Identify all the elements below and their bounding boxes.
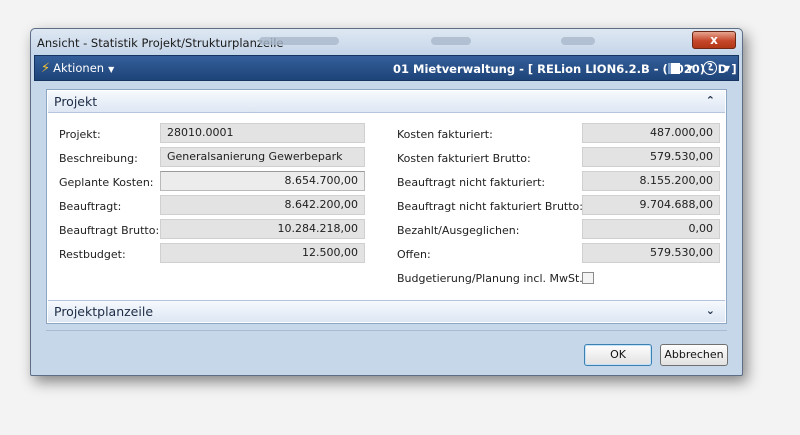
label-kosten-fakturiert-brutto: Kosten fakturiert Brutto:: [397, 152, 531, 165]
field-beauftragt-brutto[interactable]: 10.284.218,00: [160, 219, 365, 239]
label-beauftragt-nicht-fakturiert-brutto: Beauftragt nicht fakturiert Brutto:: [397, 200, 583, 213]
field-kosten-fakturiert[interactable]: 487.000,00: [582, 123, 720, 143]
chevron-down-icon: ▼: [108, 65, 115, 74]
window-title: Ansicht - Statistik Projekt/Strukturplan…: [37, 36, 284, 50]
help-icon: ?: [702, 61, 717, 75]
chevron-down-icon: ▼: [686, 63, 693, 73]
action-toolbar: ⚡ Aktionen ▼ 01 Mietverwaltung - [ RELion …: [34, 55, 739, 81]
label-restbudget: Restbudget:: [59, 248, 126, 261]
dialog-content: Projekt ⌃ Projekt: 28010.0001 Beschreibu…: [46, 89, 727, 324]
cancel-button[interactable]: Abbrechen: [660, 344, 728, 366]
close-button[interactable]: x: [692, 31, 736, 49]
fasttab-title: Projekt: [54, 94, 98, 109]
blurred-background-text: [561, 37, 595, 45]
field-offen[interactable]: 579.530,00: [582, 243, 720, 263]
label-kosten-fakturiert: Kosten fakturiert:: [397, 128, 493, 141]
footer-divider: [46, 330, 727, 331]
field-beauftragt[interactable]: 8.642.200,00: [160, 195, 365, 215]
fasttab-projektplanzeile-header[interactable]: Projektplanzeile ⌄: [48, 300, 725, 322]
label-beschreibung: Beschreibung:: [59, 152, 138, 165]
field-kosten-fakturiert-brutto[interactable]: 579.530,00: [582, 147, 720, 167]
title-bar[interactable]: Ansicht - Statistik Projekt/Strukturplan…: [31, 29, 742, 55]
actions-menu-button[interactable]: ⚡ Aktionen ▼: [41, 61, 114, 76]
budgetierung-checkbox[interactable]: [582, 272, 594, 284]
label-beauftragt: Beauftragt:: [59, 200, 122, 213]
field-restbudget[interactable]: 12.500,00: [160, 243, 365, 263]
label-projekt: Projekt:: [59, 128, 101, 141]
chevron-down-icon: ▼: [723, 63, 730, 73]
fasttab-title: Projektplanzeile: [54, 304, 154, 319]
label-budgetierung-planung: Budgetierung/Planung incl. MwSt.:: [397, 272, 587, 285]
label-geplante-kosten: Geplante Kosten:: [59, 176, 154, 189]
blurred-background-text: [259, 37, 339, 45]
dialog-window: Ansicht - Statistik Projekt/Strukturplan…: [30, 28, 743, 376]
field-geplante-kosten[interactable]: 8.654.700,00: [160, 171, 365, 191]
blurred-background-text: [431, 37, 471, 45]
help-menu-button[interactable]: ? ▼: [702, 61, 730, 75]
field-beschreibung[interactable]: Generalsanierung Gewerbepark: [160, 147, 365, 167]
field-bezahlt-ausgeglichen[interactable]: 0,00: [582, 219, 720, 239]
field-beauftragt-nicht-fakturiert[interactable]: 8.155.200,00: [582, 171, 720, 191]
chevron-up-icon[interactable]: ⌃: [706, 94, 715, 107]
actions-label: Aktionen: [53, 61, 105, 75]
ok-button[interactable]: OK: [584, 344, 652, 366]
close-icon: x: [710, 33, 718, 47]
label-beauftragt-brutto: Beauftragt Brutto:: [59, 224, 160, 237]
field-beauftragt-nicht-fakturiert-brutto[interactable]: 9.704.688,00: [582, 195, 720, 215]
layout-icon: [667, 62, 680, 74]
label-bezahlt-ausgeglichen: Bezahlt/Ausgeglichen:: [397, 224, 520, 237]
label-beauftragt-nicht-fakturiert: Beauftragt nicht fakturiert:: [397, 176, 546, 189]
label-offen: Offen:: [397, 248, 431, 261]
chevron-down-icon[interactable]: ⌄: [706, 304, 715, 317]
field-projekt[interactable]: 28010.0001: [160, 123, 365, 143]
fasttab-projekt-header[interactable]: Projekt ⌃: [48, 91, 725, 113]
layout-menu-button[interactable]: ▼: [667, 62, 693, 74]
lightning-icon: ⚡: [41, 61, 51, 76]
